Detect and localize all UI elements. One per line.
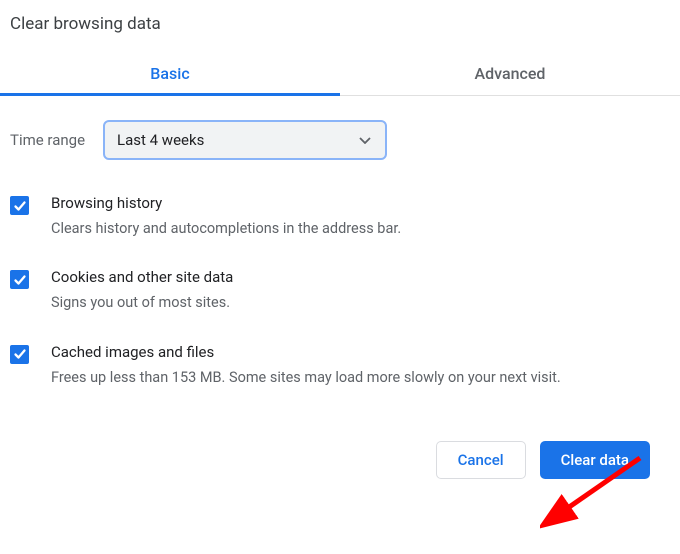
option-text: Cached images and files Frees up less th…: [51, 343, 670, 389]
option-cache: Cached images and files Frees up less th…: [10, 323, 670, 397]
button-row: Cancel Clear data: [0, 397, 680, 493]
option-title: Browsing history: [51, 194, 670, 212]
checkmark-icon: [13, 273, 27, 287]
option-cookies: Cookies and other site data Signs you ou…: [10, 248, 670, 322]
checkbox-cache[interactable]: [10, 345, 29, 364]
checkmark-icon: [13, 199, 27, 213]
checkmark-icon: [13, 347, 27, 361]
option-text: Cookies and other site data Signs you ou…: [51, 268, 670, 314]
tab-bar: Basic Advanced: [0, 52, 680, 96]
dialog-title: Clear browsing data: [0, 0, 680, 52]
option-desc: Frees up less than 153 MB. Some sites ma…: [51, 367, 670, 389]
caret-down-icon: [359, 132, 371, 148]
clear-data-button[interactable]: Clear data: [540, 441, 650, 479]
time-range-label: Time range: [10, 131, 85, 149]
checkbox-browsing-history[interactable]: [10, 196, 29, 215]
time-range-value: Last 4 weeks: [117, 131, 204, 149]
option-browsing-history: Browsing history Clears history and auto…: [10, 174, 670, 248]
time-range-select[interactable]: Last 4 weeks: [103, 120, 387, 160]
option-title: Cookies and other site data: [51, 268, 670, 286]
options-list: Browsing history Clears history and auto…: [0, 168, 680, 397]
tab-basic[interactable]: Basic: [0, 52, 340, 96]
option-title: Cached images and files: [51, 343, 670, 361]
option-desc: Signs you out of most sites.: [51, 292, 670, 314]
cancel-button[interactable]: Cancel: [436, 441, 526, 479]
tab-advanced[interactable]: Advanced: [340, 52, 680, 96]
option-text: Browsing history Clears history and auto…: [51, 194, 670, 240]
option-desc: Clears history and autocompletions in th…: [51, 218, 670, 240]
time-range-row: Time range Last 4 weeks: [0, 96, 680, 168]
checkbox-cookies[interactable]: [10, 270, 29, 289]
